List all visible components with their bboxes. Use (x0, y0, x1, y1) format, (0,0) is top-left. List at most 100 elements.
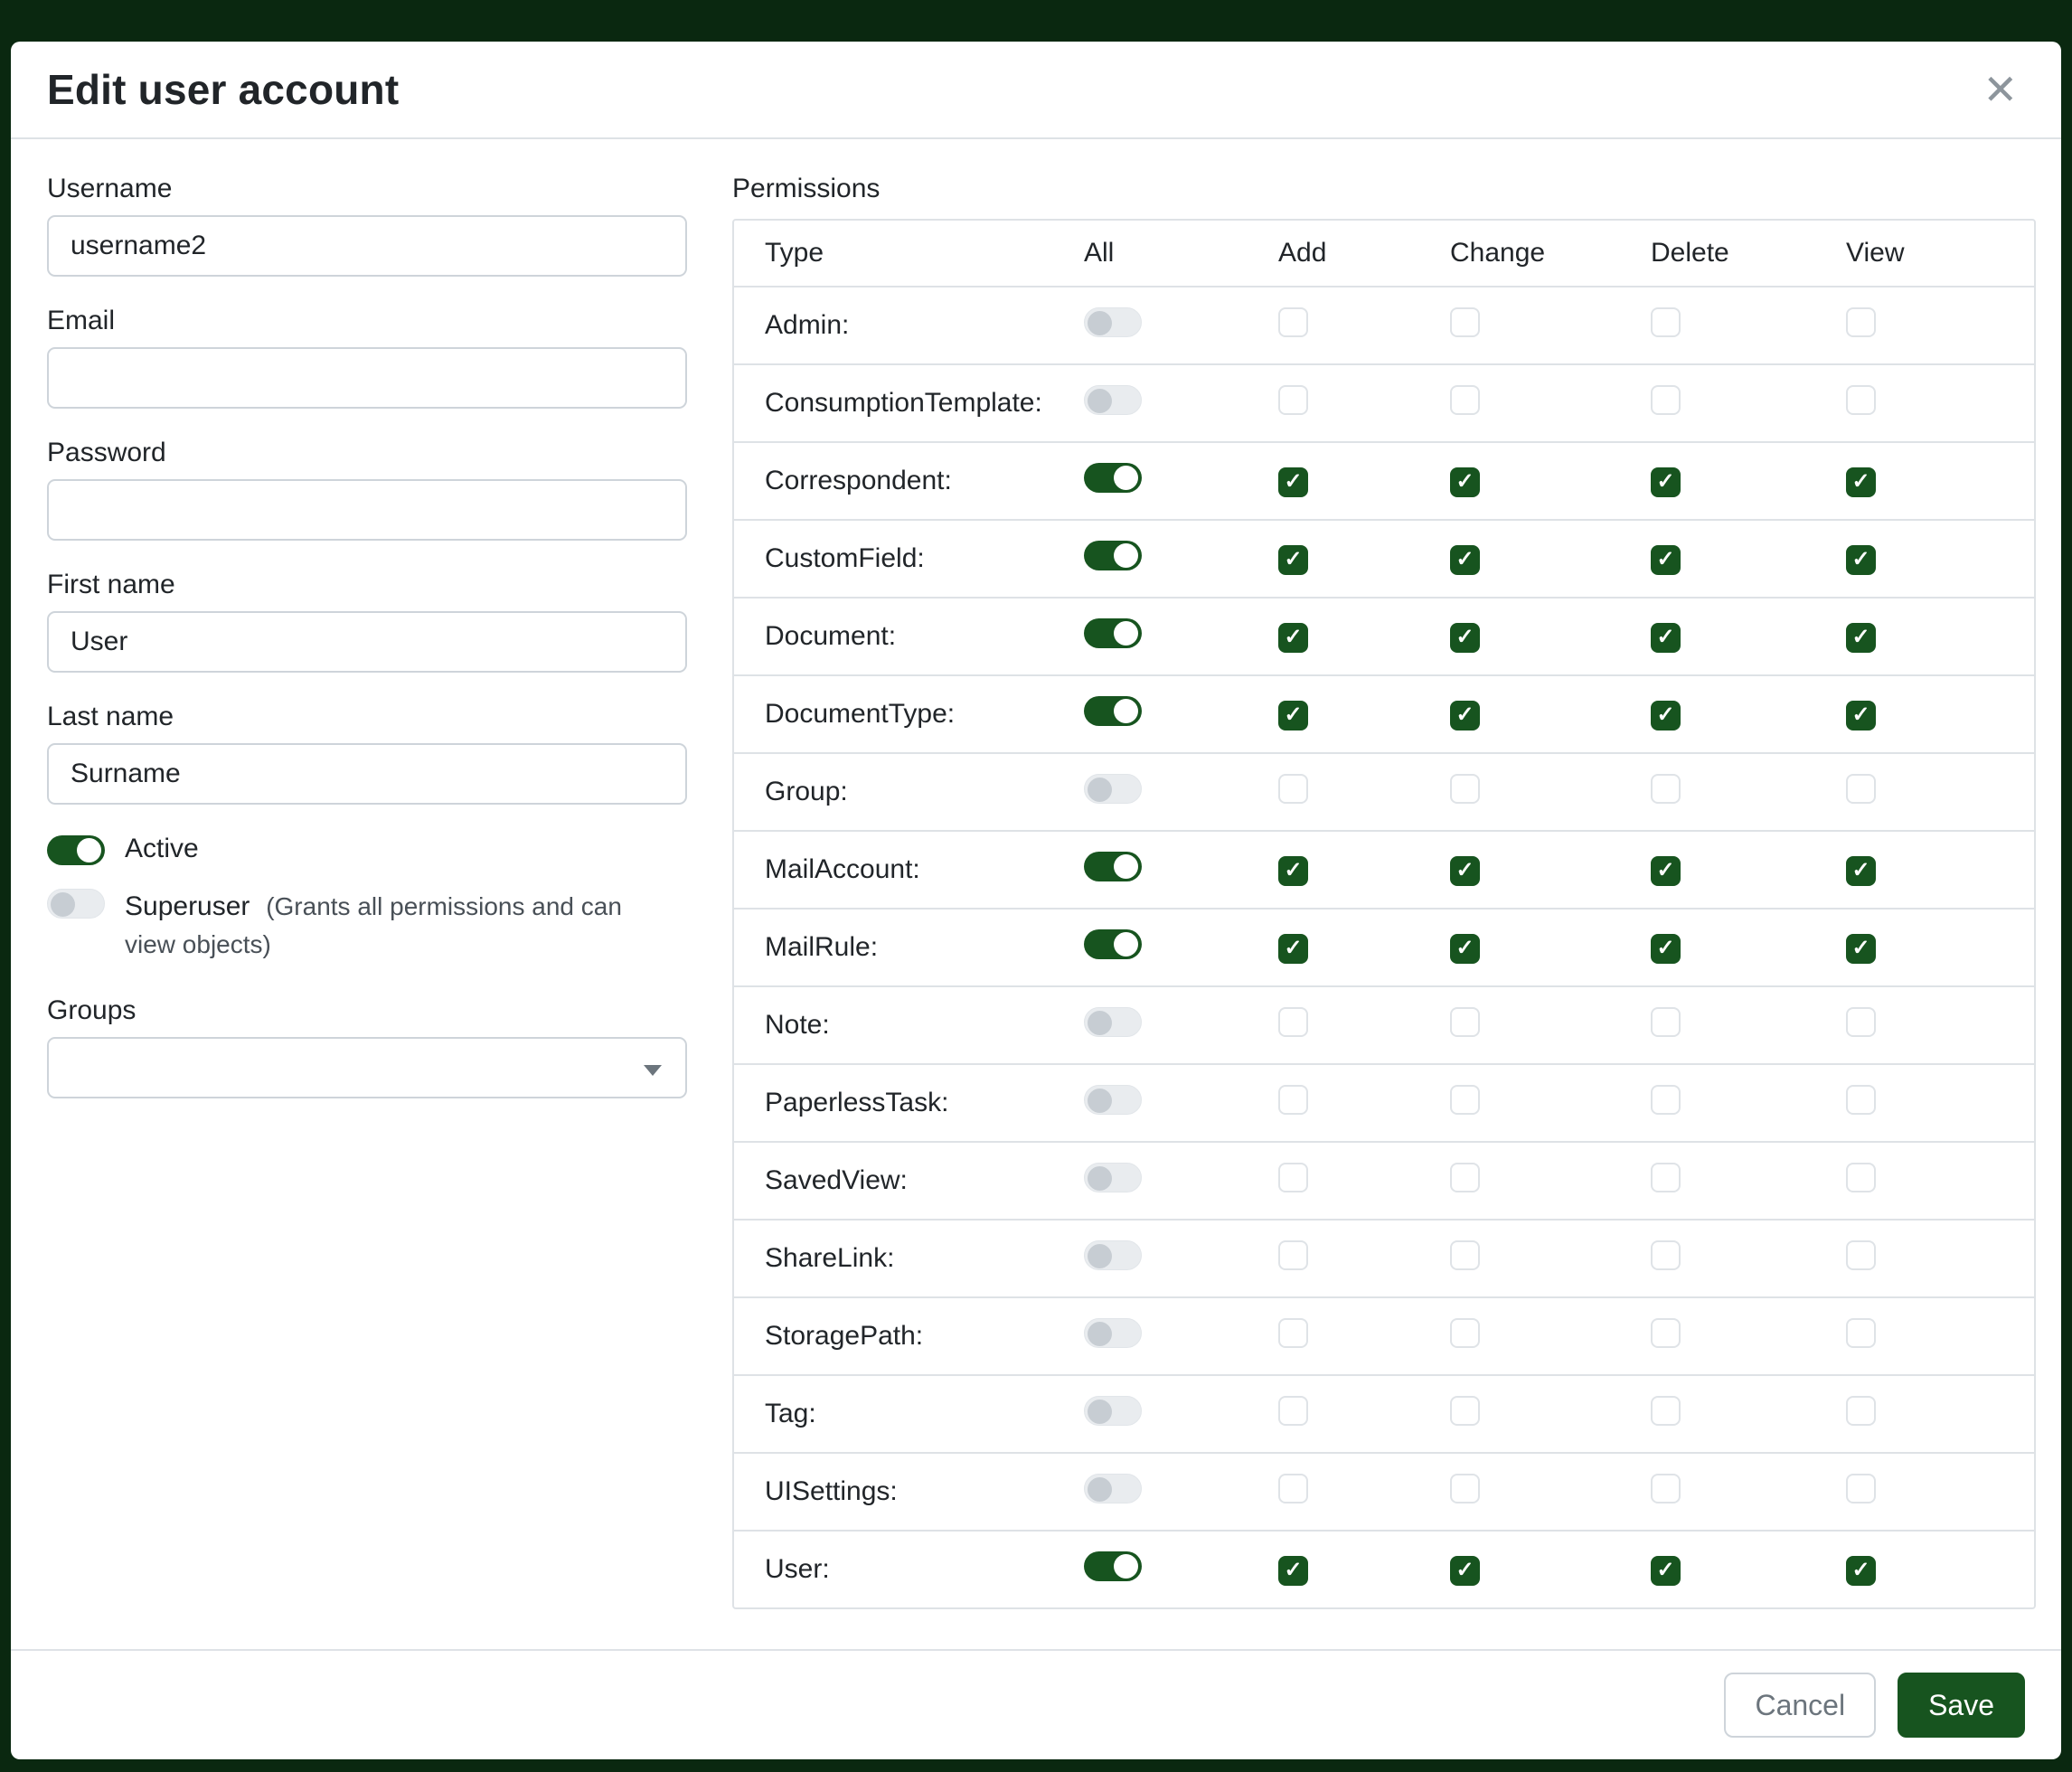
checkbox-view-user[interactable]: ✓ (1846, 1556, 1876, 1586)
column-header-type: Type (765, 238, 1084, 269)
checkbox-view-uisettings[interactable] (1846, 1474, 1876, 1503)
checkbox-view-savedview[interactable] (1846, 1163, 1876, 1192)
toggle-all-tag[interactable] (1084, 1396, 1142, 1426)
checkbox-delete-consumptiontemplate[interactable] (1651, 385, 1681, 415)
checkbox-change-sharelink[interactable] (1450, 1240, 1480, 1270)
checkbox-view-group[interactable] (1846, 774, 1876, 804)
toggle-all-admin[interactable] (1084, 307, 1142, 337)
checkbox-delete-user[interactable]: ✓ (1651, 1556, 1681, 1586)
checkbox-add-mailrule[interactable]: ✓ (1278, 934, 1308, 964)
checkbox-view-paperlesstask[interactable] (1846, 1085, 1876, 1115)
checkbox-change-correspondent[interactable]: ✓ (1450, 467, 1480, 497)
checkbox-change-uisettings[interactable] (1450, 1474, 1480, 1503)
checkbox-change-consumptiontemplate[interactable] (1450, 385, 1480, 415)
toggle-all-customfield[interactable] (1084, 541, 1142, 570)
checkbox-delete-mailaccount[interactable]: ✓ (1651, 856, 1681, 886)
checkbox-view-tag[interactable] (1846, 1396, 1876, 1426)
checkbox-change-mailaccount[interactable]: ✓ (1450, 856, 1480, 886)
checkbox-delete-admin[interactable] (1651, 307, 1681, 337)
checkbox-delete-document[interactable]: ✓ (1651, 623, 1681, 653)
checkbox-delete-paperlesstask[interactable] (1651, 1085, 1681, 1115)
toggle-all-mailaccount[interactable] (1084, 852, 1142, 881)
checkbox-delete-customfield[interactable]: ✓ (1651, 545, 1681, 575)
checkbox-change-storagepath[interactable] (1450, 1318, 1480, 1348)
close-icon[interactable]: ✕ (1975, 65, 2025, 114)
checkbox-change-documenttype[interactable]: ✓ (1450, 701, 1480, 730)
toggle-all-mailrule[interactable] (1084, 929, 1142, 959)
checkbox-delete-tag[interactable] (1651, 1396, 1681, 1426)
checkbox-view-mailrule[interactable]: ✓ (1846, 934, 1876, 964)
checkbox-add-documenttype[interactable]: ✓ (1278, 701, 1308, 730)
checkbox-change-note[interactable] (1450, 1007, 1480, 1037)
toggle-knob (1114, 543, 1138, 568)
checkbox-add-storagepath[interactable] (1278, 1318, 1308, 1348)
toggle-all-uisettings[interactable] (1084, 1474, 1142, 1503)
toggle-all-note[interactable] (1084, 1007, 1142, 1037)
toggle-all-consumptiontemplate[interactable] (1084, 385, 1142, 415)
checkbox-add-savedview[interactable] (1278, 1163, 1308, 1192)
checkbox-view-note[interactable] (1846, 1007, 1876, 1037)
column-header-view: View (1846, 238, 2034, 269)
toggle-all-documenttype[interactable] (1084, 696, 1142, 726)
first-name-input[interactable] (47, 611, 687, 673)
checkbox-add-sharelink[interactable] (1278, 1240, 1308, 1270)
checkbox-add-group[interactable] (1278, 774, 1308, 804)
checkbox-change-admin[interactable] (1450, 307, 1480, 337)
groups-select[interactable] (47, 1037, 687, 1098)
cancel-button[interactable]: Cancel (1724, 1673, 1876, 1738)
checkbox-add-consumptiontemplate[interactable] (1278, 385, 1308, 415)
toggle-all-paperlesstask[interactable] (1084, 1085, 1142, 1115)
toggle-all-savedview[interactable] (1084, 1163, 1142, 1192)
checkbox-add-admin[interactable] (1278, 307, 1308, 337)
checkbox-delete-group[interactable] (1651, 774, 1681, 804)
checkbox-delete-uisettings[interactable] (1651, 1474, 1681, 1503)
checkbox-delete-mailrule[interactable]: ✓ (1651, 934, 1681, 964)
checkbox-delete-sharelink[interactable] (1651, 1240, 1681, 1270)
checkbox-change-customfield[interactable]: ✓ (1450, 545, 1480, 575)
checkbox-view-documenttype[interactable]: ✓ (1846, 701, 1876, 730)
checkbox-add-correspondent[interactable]: ✓ (1278, 467, 1308, 497)
checkbox-add-mailaccount[interactable]: ✓ (1278, 856, 1308, 886)
email-input[interactable] (47, 347, 687, 409)
checkbox-view-admin[interactable] (1846, 307, 1876, 337)
toggle-all-group[interactable] (1084, 774, 1142, 804)
checkbox-delete-note[interactable] (1651, 1007, 1681, 1037)
checkbox-change-user[interactable]: ✓ (1450, 1556, 1480, 1586)
checkbox-view-correspondent[interactable]: ✓ (1846, 467, 1876, 497)
active-toggle[interactable] (47, 835, 105, 865)
toggle-all-sharelink[interactable] (1084, 1240, 1142, 1270)
checkbox-add-tag[interactable] (1278, 1396, 1308, 1426)
password-input[interactable] (47, 479, 687, 541)
checkbox-delete-storagepath[interactable] (1651, 1318, 1681, 1348)
checkbox-delete-correspondent[interactable]: ✓ (1651, 467, 1681, 497)
checkbox-add-note[interactable] (1278, 1007, 1308, 1037)
checkbox-change-group[interactable] (1450, 774, 1480, 804)
toggle-all-correspondent[interactable] (1084, 463, 1142, 493)
checkbox-change-savedview[interactable] (1450, 1163, 1480, 1192)
checkbox-change-document[interactable]: ✓ (1450, 623, 1480, 653)
checkbox-delete-documenttype[interactable]: ✓ (1651, 701, 1681, 730)
checkbox-add-document[interactable]: ✓ (1278, 623, 1308, 653)
checkbox-view-mailaccount[interactable]: ✓ (1846, 856, 1876, 886)
checkbox-add-uisettings[interactable] (1278, 1474, 1308, 1503)
checkbox-change-mailrule[interactable]: ✓ (1450, 934, 1480, 964)
checkbox-add-paperlesstask[interactable] (1278, 1085, 1308, 1115)
username-input[interactable] (47, 215, 687, 277)
permission-row-consumptiontemplate: ConsumptionTemplate: (734, 363, 2034, 441)
checkbox-view-storagepath[interactable] (1846, 1318, 1876, 1348)
checkbox-view-sharelink[interactable] (1846, 1240, 1876, 1270)
checkbox-add-customfield[interactable]: ✓ (1278, 545, 1308, 575)
toggle-all-document[interactable] (1084, 618, 1142, 648)
superuser-toggle[interactable] (47, 889, 105, 919)
save-button[interactable]: Save (1898, 1673, 2025, 1738)
checkbox-view-consumptiontemplate[interactable] (1846, 385, 1876, 415)
checkbox-delete-savedview[interactable] (1651, 1163, 1681, 1192)
last-name-input[interactable] (47, 743, 687, 805)
toggle-all-storagepath[interactable] (1084, 1318, 1142, 1348)
checkbox-view-document[interactable]: ✓ (1846, 623, 1876, 653)
checkbox-view-customfield[interactable]: ✓ (1846, 545, 1876, 575)
checkbox-change-paperlesstask[interactable] (1450, 1085, 1480, 1115)
checkbox-change-tag[interactable] (1450, 1396, 1480, 1426)
checkbox-add-user[interactable]: ✓ (1278, 1556, 1308, 1586)
toggle-all-user[interactable] (1084, 1551, 1142, 1581)
